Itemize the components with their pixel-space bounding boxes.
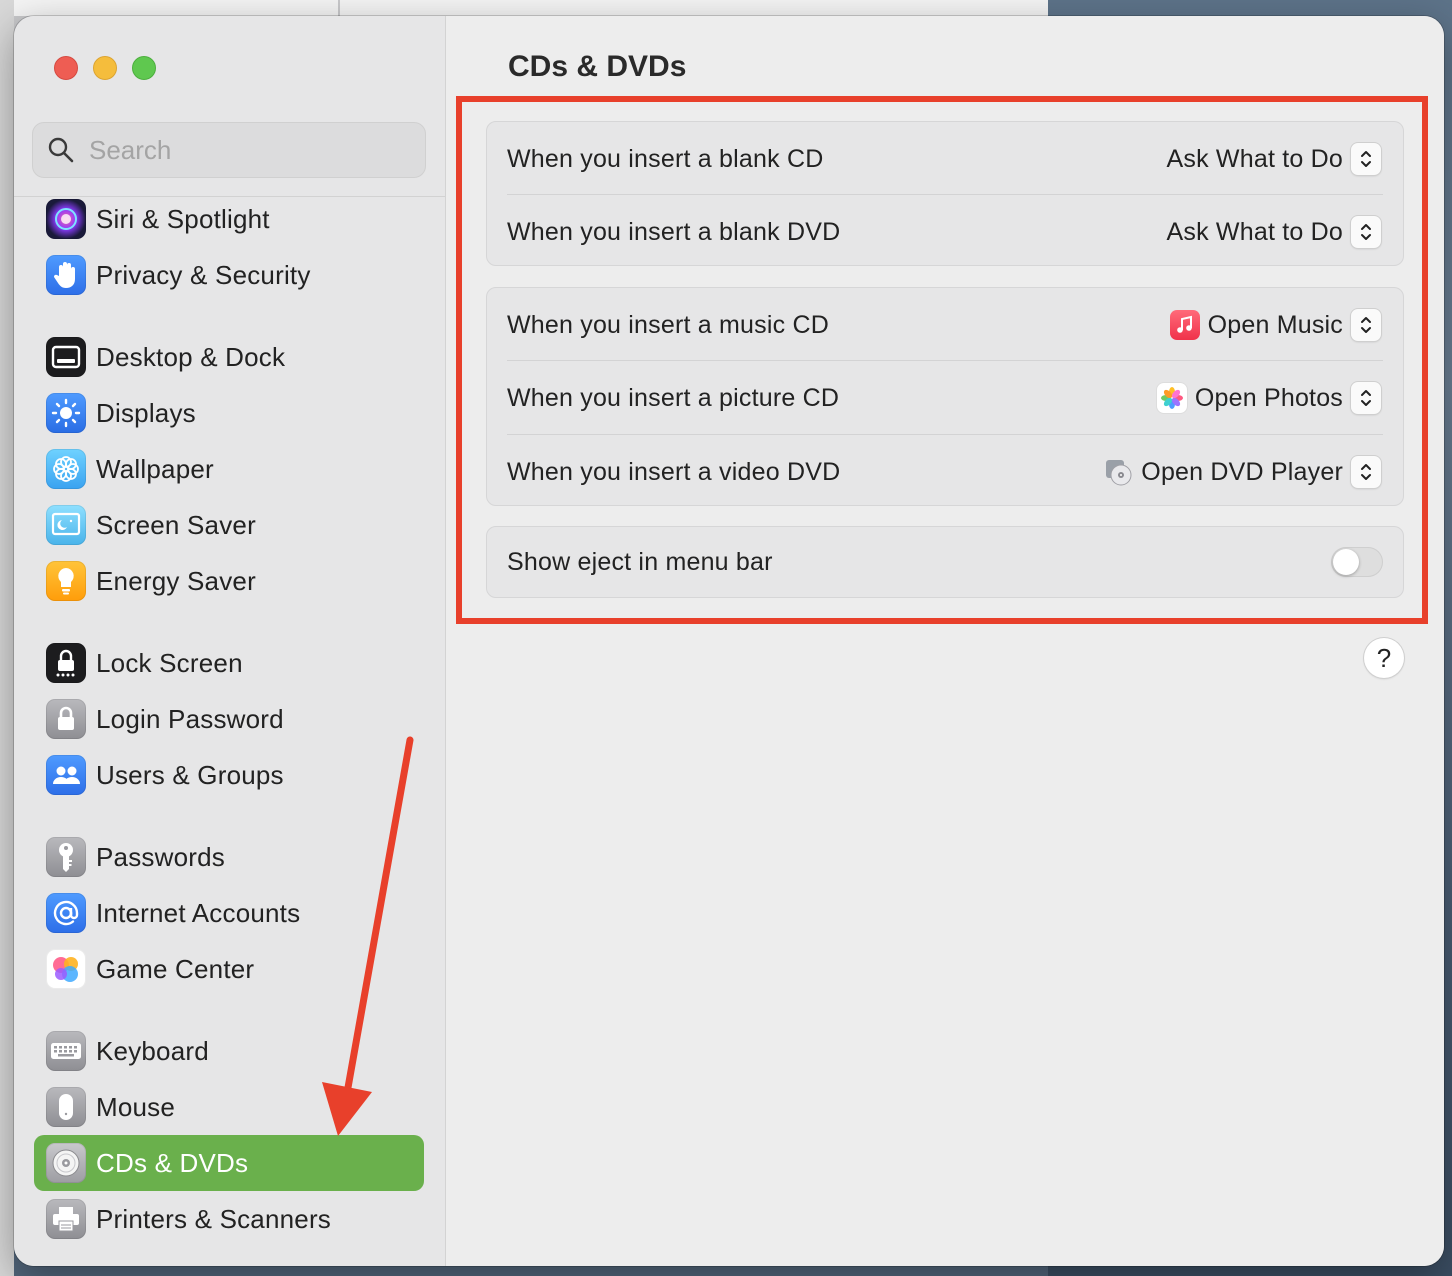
sidebar-item-label: Displays: [96, 397, 196, 428]
sidebar-item-keyboard[interactable]: Keyboard: [34, 1023, 424, 1079]
sidebar-item-mouse[interactable]: Mouse: [34, 1079, 424, 1135]
settings-content: CDs & DVDs When you insert a blank CD As…: [446, 16, 1444, 1266]
system-settings-window: Siri & Spotlight Privacy & Security Desk…: [14, 16, 1444, 1266]
sidebar-item-cds-dvds[interactable]: CDs & DVDs: [34, 1135, 424, 1191]
keyboard-icon: [46, 1031, 86, 1071]
close-button[interactable]: [54, 56, 78, 80]
printer-icon: [46, 1199, 86, 1239]
sidebar-item-label: Lock Screen: [96, 647, 243, 678]
sidebar-item-label: Energy Saver: [96, 565, 256, 596]
sidebar-item-label: Passwords: [96, 841, 225, 872]
sidebar-item-label: CDs & DVDs: [96, 1147, 249, 1178]
sidebar-item-login-password[interactable]: Login Password: [34, 691, 424, 747]
sidebar-item-label: Desktop & Dock: [96, 341, 286, 372]
help-button[interactable]: ?: [1364, 638, 1404, 678]
sidebar-item-label: Internet Accounts: [96, 897, 301, 928]
siri-icon: [46, 199, 86, 239]
sidebar-item-label: Keyboard: [96, 1035, 209, 1066]
sidebar-item-label: Siri & Spotlight: [96, 203, 270, 234]
screensaver-icon: [46, 505, 86, 545]
window-controls: [54, 56, 156, 80]
sidebar: Siri & Spotlight Privacy & Security Desk…: [14, 16, 446, 1266]
game-center-icon: [46, 949, 86, 989]
sidebar-item-label: Wallpaper: [96, 453, 214, 484]
sidebar-item-passwords[interactable]: Passwords: [34, 829, 424, 885]
lock-screen-icon: [46, 643, 86, 683]
sidebar-item-energy-saver[interactable]: Energy Saver: [34, 553, 424, 609]
sidebar-item-label: Privacy & Security: [96, 259, 311, 290]
sidebar-item-label: Mouse: [96, 1091, 176, 1122]
minimize-button[interactable]: [93, 56, 117, 80]
disc-icon: [46, 1143, 86, 1183]
flower-icon: [46, 449, 86, 489]
mouse-icon: [46, 1087, 86, 1127]
hand-icon: [46, 255, 86, 295]
sidebar-item-label: Login Password: [96, 703, 284, 734]
search-field[interactable]: [32, 122, 426, 178]
sidebar-item-lock-screen[interactable]: Lock Screen: [34, 635, 424, 691]
zoom-button[interactable]: [132, 56, 156, 80]
background-window: [340, 0, 1048, 16]
sidebar-item-label: Screen Saver: [96, 509, 256, 540]
search-input[interactable]: [87, 133, 391, 167]
background-window-left: [0, 0, 14, 1276]
sun-icon: [46, 393, 86, 433]
sidebar-item-game-center[interactable]: Game Center: [34, 941, 424, 997]
sidebar-item-screen-saver[interactable]: Screen Saver: [34, 497, 424, 553]
lightbulb-icon: [46, 561, 86, 601]
search-icon: [48, 137, 74, 163]
sidebar-item-label: Users & Groups: [96, 759, 284, 790]
background-window: [14, 0, 338, 16]
sidebar-item-printers-scanners[interactable]: Printers & Scanners: [34, 1191, 424, 1247]
sidebar-item-privacy-security[interactable]: Privacy & Security: [34, 247, 424, 303]
key-icon: [46, 837, 86, 877]
page-title: CDs & DVDs: [508, 50, 687, 83]
sidebar-item-siri-spotlight[interactable]: Siri & Spotlight: [34, 191, 424, 247]
dock-icon: [46, 337, 86, 377]
sidebar-item-desktop-dock[interactable]: Desktop & Dock: [34, 329, 424, 385]
sidebar-item-users-groups[interactable]: Users & Groups: [34, 747, 424, 803]
sidebar-item-label: Printers & Scanners: [96, 1203, 332, 1234]
lock-icon: [46, 699, 86, 739]
at-icon: [46, 893, 86, 933]
annotation-highlight-box: [456, 96, 1428, 624]
users-icon: [46, 755, 86, 795]
sidebar-item-internet-accounts[interactable]: Internet Accounts: [34, 885, 424, 941]
sidebar-item-label: Game Center: [96, 953, 255, 984]
sidebar-item-displays[interactable]: Displays: [34, 385, 424, 441]
sidebar-item-wallpaper[interactable]: Wallpaper: [34, 441, 424, 497]
